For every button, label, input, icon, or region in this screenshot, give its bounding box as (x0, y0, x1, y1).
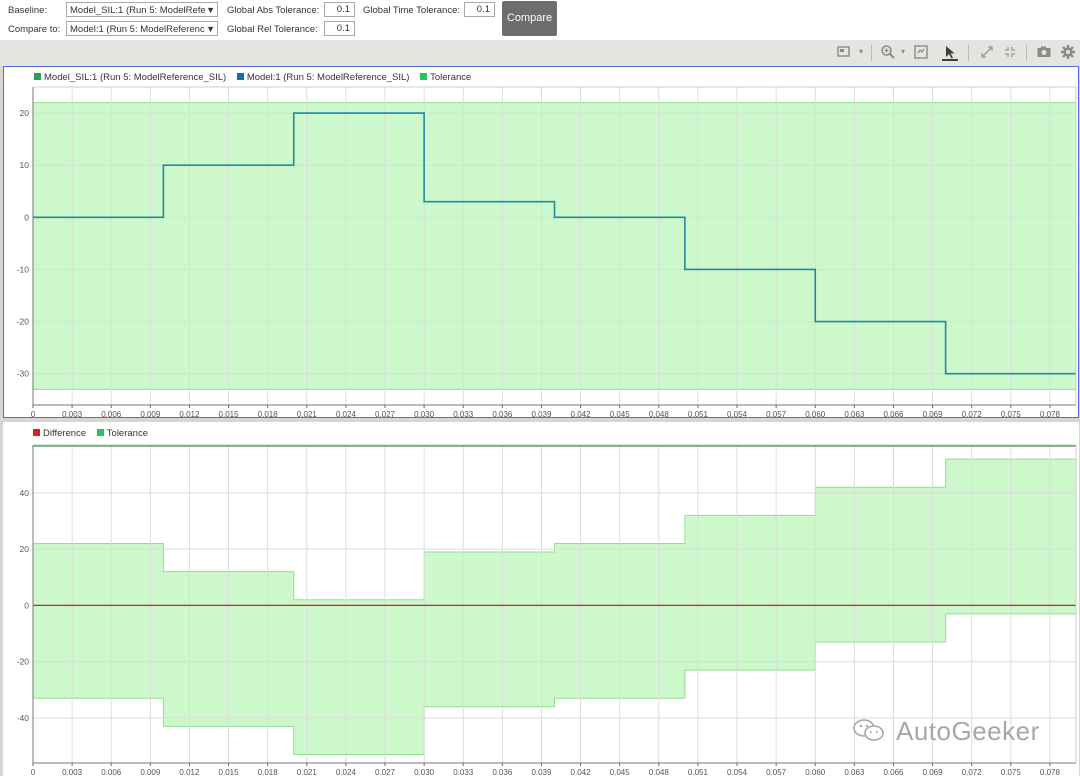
x-tick-label: 0.024 (336, 410, 357, 419)
y-tick-label: 20 (20, 544, 30, 554)
y-tick-label: -40 (17, 713, 30, 723)
x-tick-label: 0.051 (688, 410, 709, 419)
x-tick-label: 0.015 (219, 410, 240, 419)
x-tick-label: 0.033 (453, 410, 474, 419)
x-tick-label: 0.012 (179, 768, 200, 776)
x-tick-label: 0.066 (883, 410, 904, 419)
x-tick-label: 0.075 (1001, 768, 1022, 776)
y-tick-label: -10 (17, 264, 30, 274)
y-tick-label: -30 (17, 369, 30, 379)
x-tick-label: 0.021 (297, 768, 318, 776)
x-tick-label: 0.078 (1040, 410, 1061, 419)
x-tick-label: 0.030 (414, 768, 435, 776)
x-tick-label: 0.072 (962, 410, 983, 419)
x-tick-label: 0.066 (883, 768, 904, 776)
x-tick-label: 0.030 (414, 410, 435, 419)
x-tick-label: 0.051 (688, 768, 709, 776)
x-tick-label: 0.057 (766, 410, 787, 419)
x-tick-label: 0.027 (375, 768, 396, 776)
x-tick-label: 0.042 (571, 410, 592, 419)
x-tick-label: 0.045 (610, 410, 631, 419)
watermark-text: AutoGeeker (896, 716, 1040, 746)
x-tick-label: 0.033 (453, 768, 474, 776)
x-tick-label: 0.009 (140, 768, 161, 776)
x-tick-label: 0.024 (336, 768, 357, 776)
x-tick-label: 0.036 (492, 410, 513, 419)
x-tick-label: 0.012 (179, 410, 200, 419)
x-tick-label: 0 (31, 768, 36, 776)
x-tick-label: 0.009 (140, 410, 161, 419)
x-tick-label: 0.021 (297, 410, 318, 419)
y-tick-label: 10 (20, 160, 30, 170)
x-tick-label: 0.063 (844, 768, 865, 776)
x-tick-label: 0.003 (62, 768, 83, 776)
y-tick-label: 40 (20, 488, 30, 498)
x-tick-label: 0.015 (219, 768, 240, 776)
x-tick-label: 0.072 (962, 768, 983, 776)
x-tick-label: 0.060 (805, 410, 826, 419)
x-tick-label: 0.042 (571, 768, 592, 776)
x-tick-label: 0.003 (62, 410, 83, 419)
y-tick-label: 20 (20, 108, 30, 118)
x-tick-label: 0.039 (531, 410, 552, 419)
x-tick-label: 0.063 (844, 410, 865, 419)
x-tick-label: 0.054 (727, 768, 748, 776)
x-tick-label: 0.039 (531, 768, 552, 776)
x-tick-label: 0.078 (1040, 768, 1061, 776)
x-tick-label: 0 (31, 410, 36, 419)
x-tick-label: 0.057 (766, 768, 787, 776)
x-tick-label: 0.018 (258, 410, 279, 419)
y-tick-label: -20 (17, 657, 30, 667)
x-tick-label: 0.018 (258, 768, 279, 776)
x-tick-label: 0.075 (1001, 410, 1022, 419)
x-tick-label: 0.045 (610, 768, 631, 776)
x-tick-label: 0.006 (101, 768, 122, 776)
x-tick-label: 0.027 (375, 410, 396, 419)
charts-canvas: 0 0.003 0.006 0.009 0.012 0.015 0.018 0.021 0.02… (17, 86, 1077, 776)
x-tick-label: 0.054 (727, 410, 748, 419)
x-tick-label: 0.006 (101, 410, 122, 419)
wechat-icon (853, 719, 884, 741)
y-tick-label: -20 (17, 317, 30, 327)
y-tick-label: 0 (24, 600, 29, 610)
x-tick-label: 0.069 (923, 410, 944, 419)
x-tick-label: 0.060 (805, 768, 826, 776)
y-tick-label: 0 (24, 212, 29, 222)
x-tick-label: 0.048 (649, 768, 670, 776)
x-tick-label: 0.069 (923, 768, 944, 776)
x-tick-label: 0.036 (492, 768, 513, 776)
x-tick-label: 0.048 (649, 410, 670, 419)
